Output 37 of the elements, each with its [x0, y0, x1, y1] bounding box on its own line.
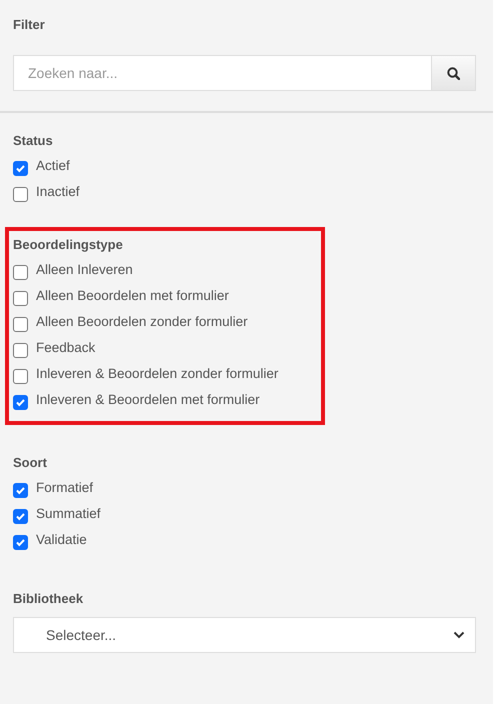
section-title: Bibliotheek — [12, 591, 84, 607]
check-icon — [15, 163, 26, 174]
check-icon — [15, 537, 26, 548]
check-icon — [15, 485, 26, 496]
checkbox[interactable] — [13, 483, 28, 498]
search-field[interactable]: Zoeken naar... — [13, 55, 476, 91]
checkbox-option[interactable]: Inleveren & Beoordelen met formulier — [13, 387, 317, 413]
search-button[interactable] — [431, 56, 475, 90]
checkbox-option[interactable]: Alleen Inleveren — [13, 257, 317, 283]
checkbox[interactable] — [13, 369, 28, 384]
check-icon — [15, 397, 26, 408]
search-icon — [447, 66, 460, 80]
checkbox-option[interactable]: Actief — [13, 153, 480, 179]
checkbox[interactable] — [13, 535, 28, 550]
checkbox-option[interactable]: Alleen Beoordelen met formulier — [13, 283, 317, 309]
checkbox-option[interactable]: Inactief — [13, 179, 480, 205]
checkbox[interactable] — [13, 509, 28, 524]
checkbox-option[interactable]: Feedback — [13, 335, 317, 361]
checkbox-option[interactable]: Inleveren & Beoordelen zonder formulier — [13, 361, 317, 387]
section-title: Soort — [13, 455, 48, 471]
checkbox[interactable] — [13, 161, 28, 176]
checkbox-option[interactable]: Alleen Beoordelen zonder formulier — [13, 309, 317, 335]
checkbox[interactable] — [13, 265, 28, 280]
filter-title: Filter — [12, 16, 46, 34]
checkbox-option[interactable]: Formatief — [13, 475, 480, 501]
checkbox[interactable] — [13, 395, 28, 410]
library-select[interactable]: Selecteer... — [13, 617, 476, 653]
chevron-down-icon — [453, 631, 465, 639]
checkbox-option[interactable]: Validatie — [13, 527, 480, 553]
section-title: Status — [13, 133, 54, 149]
checkbox-option[interactable]: Summatief — [13, 501, 480, 527]
section-title: Beoordelingstype — [13, 237, 124, 253]
checkbox[interactable] — [13, 187, 28, 202]
checkbox[interactable] — [13, 343, 28, 358]
checkbox[interactable] — [13, 317, 28, 332]
checkbox[interactable] — [13, 291, 28, 306]
check-icon — [15, 511, 26, 522]
